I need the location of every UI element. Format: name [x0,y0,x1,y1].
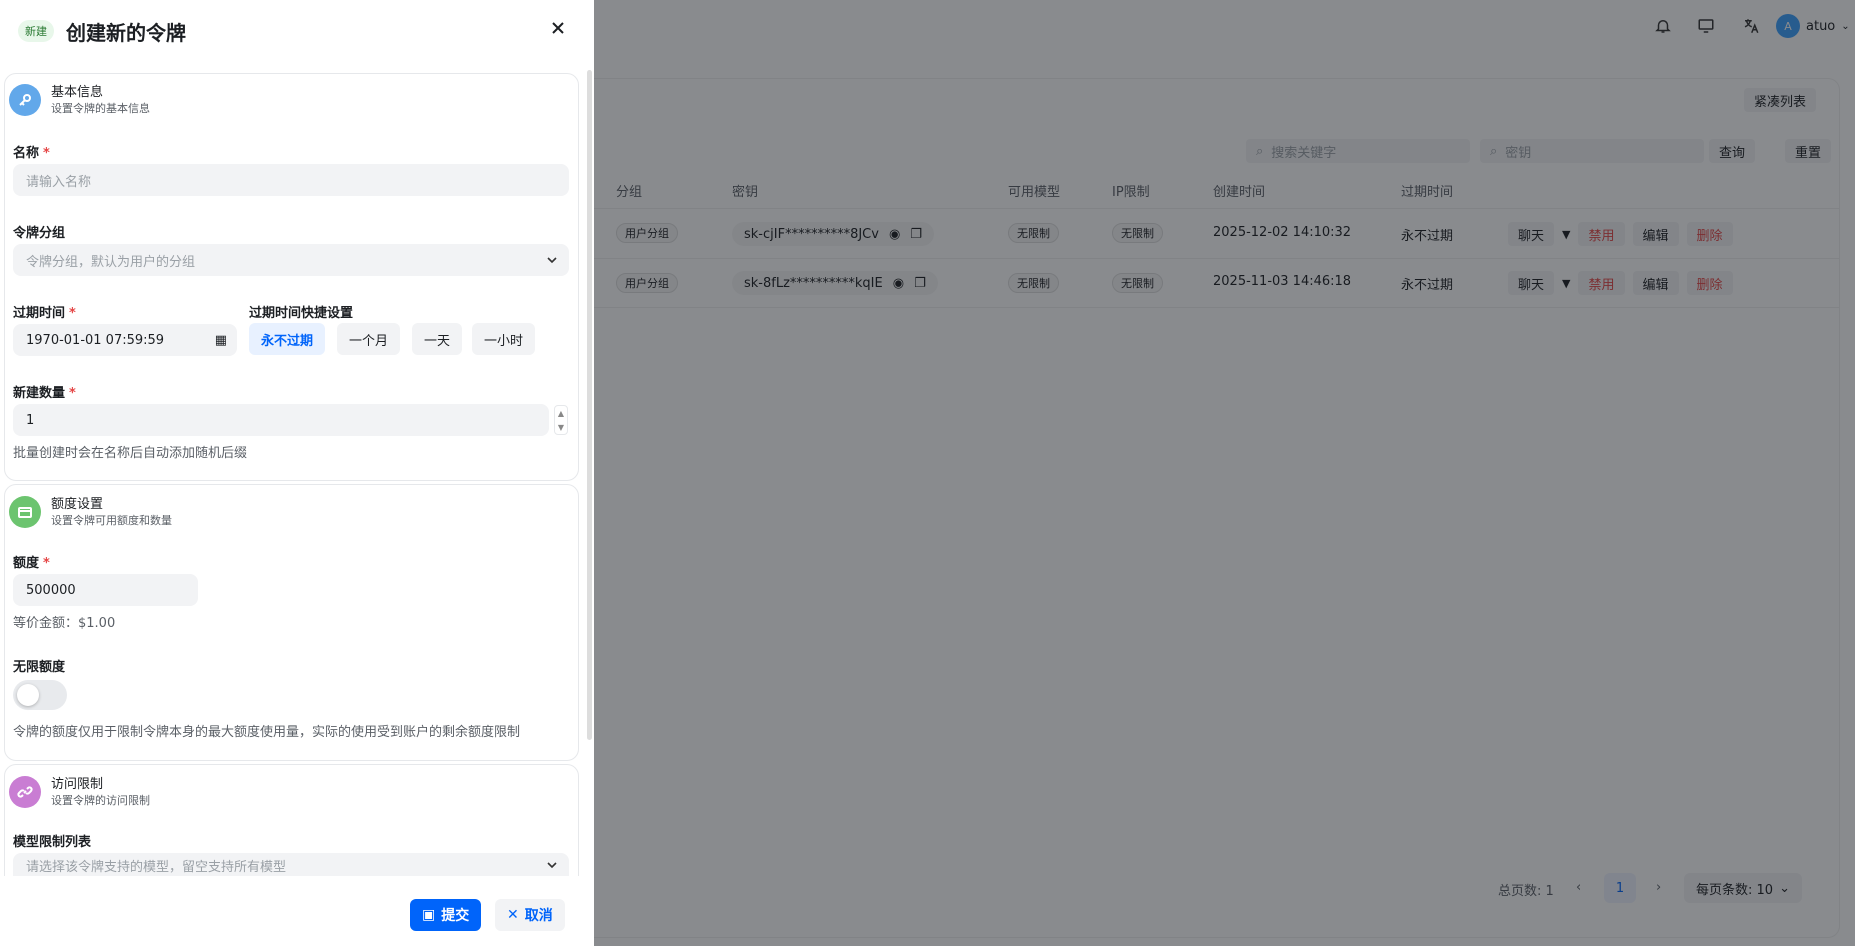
quick-one-day[interactable]: 一天 [412,323,463,355]
name-label: 名称 * [13,146,50,161]
unlimited-quota-toggle[interactable] [13,680,67,710]
quota-note: 令牌的额度仅用于限制令牌本身的最大额度使用量，实际的使用受到账户的剩余额度限制 [13,725,521,740]
cancel-button[interactable]: ✕ 取消 [495,899,565,931]
basic-info-title: 基本信息 [51,85,104,100]
name-label-text: 名称 [13,146,40,161]
group-select[interactable]: 令牌分组，默认为用户的分组 [13,244,569,276]
drawer-scrollbar[interactable] [587,70,592,740]
quota-subtitle: 设置令牌可用额度和数量 [51,514,172,527]
models-placeholder: 请选择该令牌支持的模型，留空支持所有模型 [26,859,287,875]
quick-one-hour[interactable]: 一小时 [472,323,536,355]
quick-never-expire[interactable]: 永不过期 [249,323,326,355]
access-title: 访问限制 [51,777,104,792]
quota-label: 额度 * [13,556,50,571]
quick-expire-label: 过期时间快捷设置 [249,306,354,321]
key-icon [9,84,41,116]
count-stepper[interactable]: ▲ ▼ [554,405,568,435]
chevron-down-icon[interactable]: ▼ [558,423,564,432]
close-icon[interactable] [548,18,568,38]
group-placeholder: 令牌分组，默认为用户的分组 [26,254,196,270]
basic-info-subtitle: 设置令牌的基本信息 [51,102,150,115]
expire-value: 1970-01-01 07:59:59 [26,332,165,348]
models-label: 模型限制列表 [13,835,92,850]
toggle-knob [17,684,39,706]
access-header: 访问限制设置令牌的访问限制 [9,776,150,808]
count-label-text: 新建数量 [13,386,66,401]
cancel-label: 取消 [524,908,553,924]
access-subtitle: 设置令牌的访问限制 [51,794,150,807]
submit-label: 提交 [441,908,470,924]
quota-equivalent: 等价金额：$1.00 [13,616,116,631]
quota-title: 额度设置 [51,497,104,512]
drawer-title: 创建新的令牌 [66,21,186,45]
quick-one-month[interactable]: 一个月 [337,323,401,355]
create-token-drawer: 新建 创建新的令牌 基本信息设置令牌的基本信息 名称 * 请输入名称 令牌分组 令… [0,0,594,946]
chevron-up-icon[interactable]: ▲ [558,409,564,418]
wallet-icon [9,496,41,528]
quota-header: 额度设置设置令牌可用额度和数量 [9,496,172,528]
chevron-down-icon [547,862,557,869]
save-icon: ▣ [422,907,436,923]
link-icon [9,776,41,808]
unlimited-label: 无限额度 [13,660,66,675]
group-label: 令牌分组 [13,226,66,241]
quota-input[interactable]: 500000 [13,574,198,606]
submit-button[interactable]: ▣ 提交 [410,899,482,931]
basic-info-header: 基本信息设置令牌的基本信息 [9,84,150,116]
quota-label-text: 额度 [13,556,40,571]
count-label: 新建数量 * [13,386,76,401]
calendar-icon[interactable]: ▦ [215,333,227,348]
new-badge: 新建 [18,20,54,42]
count-input[interactable]: 1 [13,404,549,436]
expire-label: 过期时间 * [13,306,76,321]
models-select[interactable]: 请选择该令牌支持的模型，留空支持所有模型 [13,853,569,877]
close-icon: ✕ [507,907,519,923]
name-input[interactable]: 请输入名称 [13,164,569,196]
expire-label-text: 过期时间 [13,306,66,321]
count-hint: 批量创建时会在名称后自动添加随机后缀 [13,446,248,461]
chevron-down-icon [547,257,557,264]
expire-datetime-input[interactable]: 1970-01-01 07:59:59 ▦ [13,324,237,356]
